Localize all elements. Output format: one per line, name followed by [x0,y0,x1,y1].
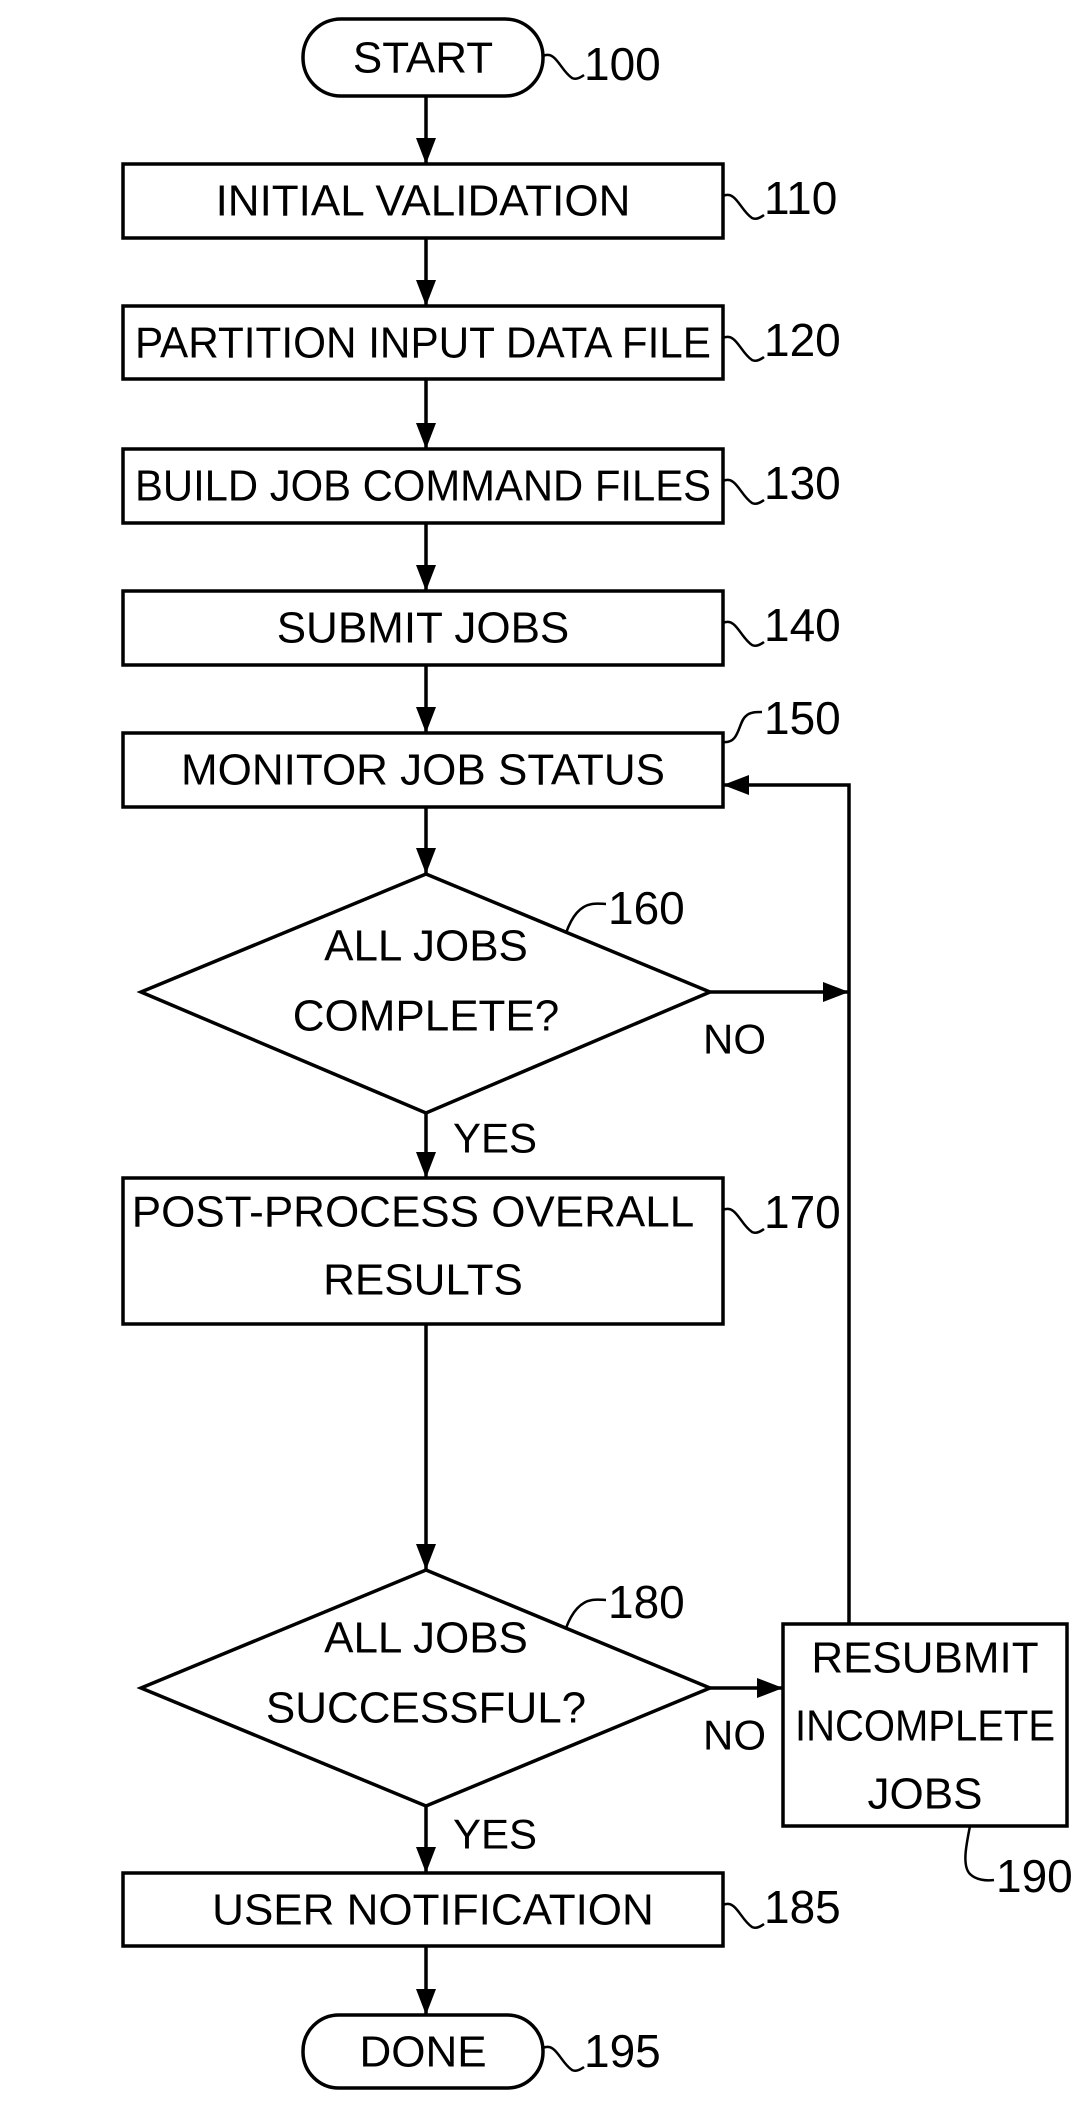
node-label: START [353,34,493,83]
node-label: INITIAL VALIDATION [216,177,631,226]
arrowhead [416,1847,436,1873]
node-label: BUILD JOB COMMAND FILES [135,462,711,511]
arrowhead [757,1678,783,1698]
node-label: POST-PROCESS OVERALL [132,1188,694,1237]
node-label: USER NOTIFICATION [212,1886,654,1935]
arrowhead [416,848,436,874]
node-monitor-job-status: MONITOR JOB STATUS [121,731,725,809]
arrowhead [823,982,849,1002]
ref-numeral: 120 [764,314,841,366]
node-label: DONE [359,2028,486,2077]
node-user-notification: USER NOTIFICATION [121,1871,725,1948]
node-label: SUBMIT JOBS [277,604,570,653]
ref-numeral: 190 [996,1850,1073,1902]
node-label: MONITOR JOB STATUS [181,746,665,795]
node-label: SUCCESSFUL? [266,1684,586,1733]
ref-numeral: 150 [764,692,841,744]
arrowhead [416,1152,436,1178]
arrowhead [416,1989,436,2015]
arrowhead [723,775,749,795]
node-done: DONE [301,2013,545,2090]
arrowhead [416,565,436,591]
node-resubmit-incomplete-jobs: RESUBMIT INCOMPLETE JOBS [781,1622,1069,1828]
node-build-job-command-files: BUILD JOB COMMAND FILES [121,447,725,525]
arrowhead [416,707,436,733]
ref-numeral: 140 [764,599,841,651]
node-label: ALL JOBS [324,922,528,971]
node-label: JOBS [868,1770,983,1819]
ref-numeral: 185 [764,1881,841,1933]
node-label: RESUBMIT [811,1634,1038,1683]
ref-numeral: 195 [584,2025,661,2077]
node-initial-validation: INITIAL VALIDATION [121,162,725,240]
ref-numeral: 180 [608,1576,685,1628]
node-post-process-overall-results: POST-PROCESS OVERALL RESULTS [121,1176,725,1326]
node-start: START [301,17,545,98]
edge-label-yes: YES [453,1115,537,1162]
arrowhead [416,138,436,164]
node-label: PARTITION INPUT DATA FILE [135,319,711,368]
ref-numeral: 100 [584,38,661,90]
arrowhead [416,1544,436,1570]
node-label: COMPLETE? [293,992,560,1041]
edge-label-no: NO [703,1712,766,1759]
ref-numeral: 130 [764,457,841,509]
node-label: INCOMPLETE [795,1702,1055,1751]
node-label: ALL JOBS [324,1614,528,1663]
edge-label-no: NO [703,1016,766,1063]
flowchart: START INITIAL VALIDATION PARTITION INPUT… [121,17,1073,2090]
arrowhead [416,423,436,449]
node-partition-input-data-file: PARTITION INPUT DATA FILE [121,304,725,381]
node-label: RESULTS [323,1256,523,1305]
node-submit-jobs: SUBMIT JOBS [121,589,725,667]
ref-numeral: 160 [608,882,685,934]
arrowhead [416,280,436,306]
ref-numeral: 170 [764,1186,841,1238]
ref-numeral: 110 [764,172,837,224]
edge-label-yes: YES [453,1811,537,1858]
